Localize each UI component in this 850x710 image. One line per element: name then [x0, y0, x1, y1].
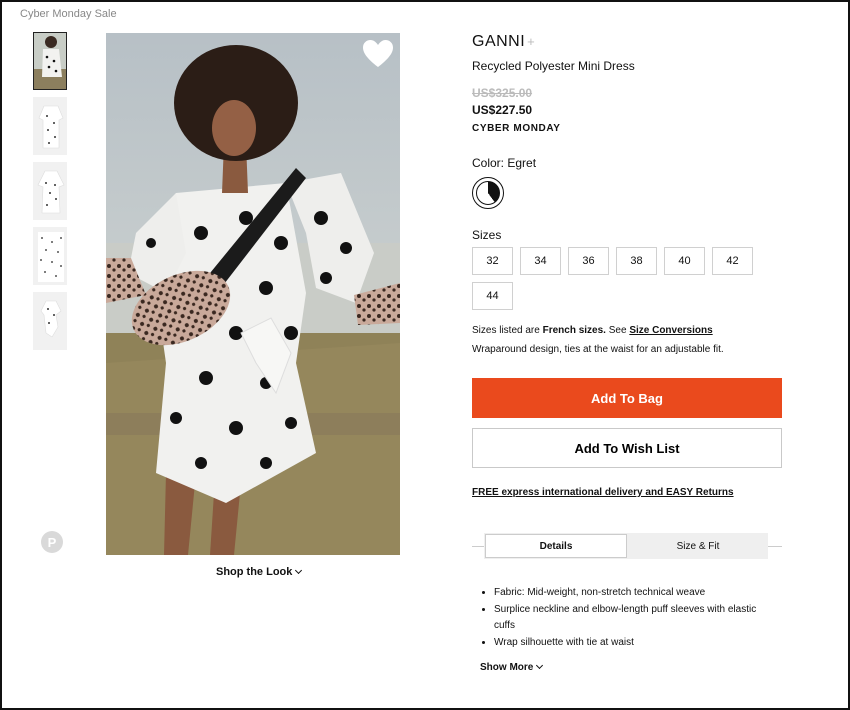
thumbnail-2[interactable] — [33, 97, 67, 155]
product-main-image[interactable] — [106, 33, 400, 555]
detail-item: Fabric: Mid-weight, non-stretch technica… — [494, 585, 770, 602]
size-option-38[interactable]: 38 — [616, 247, 657, 275]
size-option-36[interactable]: 36 — [568, 247, 609, 275]
shop-the-look-label: Shop the Look — [216, 566, 293, 578]
delivery-returns-link[interactable]: FREE express international delivery and … — [472, 487, 782, 498]
swatch-fill — [476, 181, 500, 205]
pinterest-icon: P — [47, 534, 57, 550]
brand-name[interactable]: GANNI + — [472, 33, 782, 51]
detail-item: Surplice neckline and elbow-length puff … — [494, 602, 770, 635]
add-to-bag-button[interactable]: Add To Bag — [472, 378, 782, 418]
size-option-40[interactable]: 40 — [664, 247, 705, 275]
product-description: Wraparound design, ties at the waist for… — [472, 344, 724, 355]
size-conversions-link[interactable]: Size Conversions — [629, 325, 712, 336]
thumbnail-1[interactable] — [33, 32, 67, 90]
tab-size-fit[interactable]: Size & Fit — [628, 533, 768, 559]
product-name: Recycled Polyester Mini Dress — [472, 59, 635, 73]
tab-bar: Details Size & Fit — [484, 533, 768, 559]
show-more-toggle[interactable]: Show More — [480, 661, 544, 673]
size-note-bold: French sizes. — [542, 325, 606, 336]
size-note-mid: See — [605, 325, 630, 336]
brand-label: GANNI — [472, 33, 526, 50]
sale-price: US$227.50 — [472, 103, 533, 117]
details-list: Fabric: Mid-weight, non-stretch technica… — [480, 585, 770, 651]
thumbnail-5[interactable] — [33, 292, 67, 350]
breadcrumb[interactable]: Cyber Monday Sale — [20, 8, 117, 20]
thumbnail-4[interactable] — [33, 227, 67, 285]
size-option-42[interactable]: 42 — [712, 247, 753, 275]
color-label: Color: Egret — [472, 156, 537, 170]
detail-item: Wrap silhouette with tie at waist — [494, 635, 770, 652]
show-more-label: Show More — [480, 662, 534, 673]
product-photo — [106, 33, 400, 555]
size-option-34[interactable]: 34 — [520, 247, 561, 275]
add-to-wishlist-button[interactable]: Add To Wish List — [472, 428, 782, 468]
size-note: Sizes listed are French sizes. See Size … — [472, 325, 782, 336]
chevron-down-icon — [295, 566, 303, 575]
product-info-panel: GANNI + Recycled Polyester Mini Dress US$… — [472, 33, 782, 498]
size-selector: 32 34 36 38 40 42 44 — [472, 247, 762, 317]
tab-details[interactable]: Details — [485, 534, 627, 558]
shop-the-look-toggle[interactable]: Shop the Look — [216, 566, 303, 578]
brand-plus-icon: + — [527, 34, 536, 49]
details-tabs: Details Size & Fit — [472, 533, 782, 559]
color-swatch-egret[interactable] — [472, 177, 504, 209]
sizes-label: Sizes — [472, 228, 502, 242]
pinterest-share-button[interactable]: P — [41, 531, 63, 553]
promo-label: CYBER MONDAY — [472, 123, 561, 134]
thumbnail-strip — [33, 32, 67, 357]
size-option-32[interactable]: 32 — [472, 247, 513, 275]
thumbnail-3[interactable] — [33, 162, 67, 220]
original-price: US$325.00 — [472, 86, 533, 100]
size-option-44[interactable]: 44 — [472, 282, 513, 310]
size-note-prefix: Sizes listed are — [472, 325, 543, 336]
chevron-down-icon — [536, 661, 544, 670]
heart-icon[interactable] — [362, 39, 394, 69]
